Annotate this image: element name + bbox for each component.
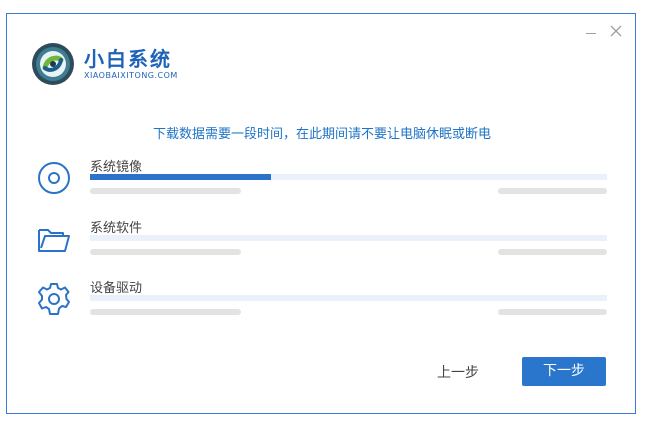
- placeholder-bar: [90, 309, 241, 315]
- placeholder-bar: [498, 309, 607, 315]
- item-label-system-software: 系统软件: [90, 221, 143, 236]
- item-label-device-driver: 设备驱动: [90, 281, 143, 296]
- xiaobai-logo-icon: [31, 42, 75, 86]
- brand-subtitle: XIAOBAIXITONG.COM: [84, 71, 178, 80]
- disc-icon: [36, 160, 72, 196]
- placeholder-bar: [90, 249, 241, 255]
- minimize-icon[interactable]: [582, 22, 600, 40]
- placeholder-bar: [498, 188, 607, 194]
- progress-fill-system-image: [90, 174, 271, 180]
- brand-title: 小白系统: [84, 47, 172, 71]
- close-icon[interactable]: [607, 22, 625, 40]
- item-label-system-image: 系统镜像: [90, 160, 143, 175]
- placeholder-bar: [498, 249, 607, 255]
- next-step-button[interactable]: 下一步: [522, 357, 606, 386]
- progress-track-system-software: [90, 235, 607, 241]
- folder-icon: [36, 221, 72, 257]
- gear-icon: [36, 281, 72, 317]
- installer-window: 小白系统 XIAOBAIXITONG.COM 下载数据需要一段时间，在此期间请不…: [6, 13, 636, 414]
- previous-step-button[interactable]: 上一步: [422, 359, 494, 387]
- download-notice: 下载数据需要一段时间，在此期间请不要让电脑休眠或断电: [152, 127, 491, 142]
- progress-track-device-driver: [90, 295, 607, 301]
- progress-track-system-image: [90, 174, 607, 180]
- placeholder-bar: [90, 188, 241, 194]
